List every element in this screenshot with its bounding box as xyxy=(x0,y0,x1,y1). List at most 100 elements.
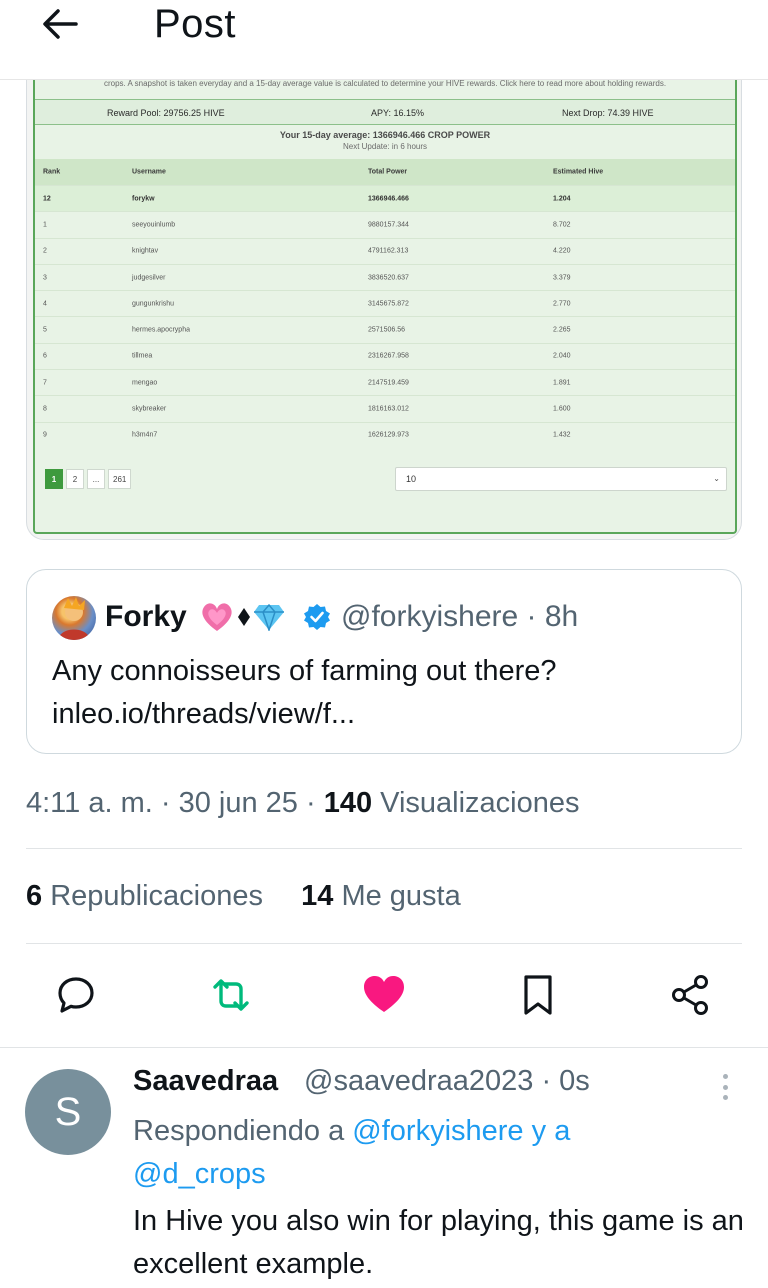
reposts-count: 6 xyxy=(26,880,43,912)
reposts-link[interactable]: 6 Republicaciones xyxy=(26,880,263,912)
page-size-value: 10 xyxy=(406,474,417,484)
cell-power: 1626129.973 xyxy=(368,431,409,439)
table-row: 6 tillmea 2316267.958 2.040 xyxy=(35,342,735,370)
share-icon xyxy=(672,975,708,1015)
like-button[interactable] xyxy=(360,971,408,1019)
cell-rank: 8 xyxy=(43,405,47,413)
replying-mid: y a xyxy=(523,1115,571,1147)
table-row: 8 skybreaker 1816163.012 1.600 xyxy=(35,395,735,422)
divider xyxy=(26,848,742,849)
cell-hive: 4.220 xyxy=(553,247,571,255)
share-button[interactable] xyxy=(666,971,714,1019)
likes-count: 14 xyxy=(301,880,334,912)
cell-username: h3m4n7 xyxy=(132,431,158,439)
more-options-button[interactable] xyxy=(712,1070,738,1104)
table-row: 9 h3m4n7 1626129.973 1.432 xyxy=(35,421,735,448)
avatar-art-icon xyxy=(58,597,90,640)
reply-avatar[interactable]: S xyxy=(25,1069,111,1155)
cell-username: knightav xyxy=(132,247,159,255)
heart-emoji-icon xyxy=(202,603,232,631)
cell-rank: 7 xyxy=(43,379,47,387)
reply-text: In Hive you also win for playing, this g… xyxy=(133,1205,744,1280)
cell-hive: 8.702 xyxy=(553,221,571,229)
cell-power: 2571506.56 xyxy=(368,326,405,334)
post-meta: 4:11 a. m. · 30 jun 25 · 140 Visualizaci… xyxy=(26,787,580,820)
cell-username: judgesilver xyxy=(132,274,166,282)
cell-power: 9880157.344 xyxy=(368,221,409,229)
post-media-image[interactable]: crops. A snapshot is taken everyday and … xyxy=(26,80,742,540)
repost-icon xyxy=(213,979,249,1011)
page-ellipsis: ... xyxy=(87,469,105,489)
arrow-left-icon xyxy=(43,9,78,39)
cell-rank: 4 xyxy=(43,300,47,308)
mention-forkyishere[interactable]: @forkyishere xyxy=(352,1115,523,1147)
views-count: 140 xyxy=(323,787,373,819)
verified-badge xyxy=(303,603,331,636)
repost-button[interactable] xyxy=(207,971,255,1019)
replying-prefix: Respondiendo a xyxy=(133,1115,353,1147)
cell-username: seeyouinlumb xyxy=(132,221,176,229)
table-row: 12 forykw 1366946.466 1.204 xyxy=(35,185,735,212)
average-title: Your 15-day average: 1366946.466 CROP PO… xyxy=(279,130,491,140)
table-row: 3 judgesilver 3836520.637 3.379 xyxy=(35,263,735,291)
table-row: 4 gungunkrishu 3145675.872 2.770 xyxy=(35,290,735,317)
quoted-avatar[interactable] xyxy=(52,596,96,640)
cell-hive: 2.040 xyxy=(553,352,571,360)
cell-hive: 2.770 xyxy=(553,300,571,308)
holding-rewards-panel: crops. A snapshot is taken everyday and … xyxy=(33,80,737,534)
engagement-counts: 6 Republicaciones 14 Me gusta xyxy=(26,880,461,913)
quoted-text: Any connoisseurs of farming out there? i… xyxy=(52,650,712,736)
heart-icon xyxy=(364,976,404,1012)
quoted-text-line: Any connoisseurs of farming out there? xyxy=(52,655,557,687)
next-drop: Next Drop: 74.39 HIVE xyxy=(562,108,654,118)
quoted-post[interactable]: Forky @forkyishere · 8h Any connoisseurs… xyxy=(26,569,742,754)
bookmark-icon xyxy=(524,975,552,1015)
table-row: 7 mengao 2147519.459 1.891 xyxy=(35,369,735,396)
apy: APY: 16.15% xyxy=(371,108,425,118)
col-power: Total Power xyxy=(368,168,408,176)
cell-username: skybreaker xyxy=(132,405,167,413)
more-vertical-icon xyxy=(722,1074,728,1079)
views-label: Visualizaciones xyxy=(372,787,580,819)
cell-power: 3145675.872 xyxy=(368,300,409,308)
divider xyxy=(0,1047,768,1048)
cell-rank: 6 xyxy=(43,352,47,360)
name-emojis xyxy=(199,600,285,634)
reposts-label: Republicaciones xyxy=(42,880,263,912)
cell-username: hermes.apocrypha xyxy=(132,326,190,334)
diamond-suit-icon xyxy=(238,608,250,626)
reward-pool: Reward Pool: 29756.25 HIVE xyxy=(107,108,225,118)
cell-rank: 9 xyxy=(43,431,47,439)
quoted-link[interactable]: inleo.io/threads/view/f... xyxy=(52,693,712,736)
cell-power: 2316267.958 xyxy=(368,352,409,360)
top-bar: Post xyxy=(0,0,768,80)
divider xyxy=(26,943,742,944)
table-row: 5 hermes.apocrypha 2571506.56 2.265 xyxy=(35,316,735,343)
page-title: Post xyxy=(154,2,237,46)
rewards-stats: Reward Pool: 29756.25 HIVE APY: 16.15% N… xyxy=(35,99,735,125)
cell-hive: 1.891 xyxy=(553,379,571,387)
cell-rank: 2 xyxy=(43,247,47,255)
mention-d-crops[interactable]: @d_crops xyxy=(133,1158,266,1190)
leaderboard-table: Rank Username Total Power Estimated Hive… xyxy=(35,159,735,448)
reply-button[interactable] xyxy=(52,971,100,1019)
cell-rank: 5 xyxy=(43,326,47,334)
quoted-author-name[interactable]: Forky xyxy=(105,600,187,634)
likes-link[interactable]: 14 Me gusta xyxy=(301,880,461,912)
cell-power: 1366946.466 xyxy=(368,195,409,203)
table-row: 1 seeyouinlumb 9880157.344 8.702 xyxy=(35,211,735,238)
cell-power: 3836520.637 xyxy=(368,274,409,282)
cell-username: mengao xyxy=(132,379,158,387)
cell-username: tillmea xyxy=(132,352,153,360)
bookmark-button[interactable] xyxy=(514,971,562,1019)
cell-hive: 3.379 xyxy=(553,274,571,282)
cell-hive: 2.265 xyxy=(553,326,571,334)
pagination: 1 2 ... 261 xyxy=(45,469,132,489)
col-hive: Estimated Hive xyxy=(553,168,604,176)
replying-to: Respondiendo a @forkyishere y a @d_crops xyxy=(133,1110,693,1196)
likes-label: Me gusta xyxy=(333,880,461,912)
action-bar xyxy=(0,965,768,1025)
back-button[interactable] xyxy=(36,4,84,44)
page-button-1: 1 xyxy=(45,469,63,489)
reply-author-name[interactable]: Saavedraa xyxy=(133,1065,278,1098)
